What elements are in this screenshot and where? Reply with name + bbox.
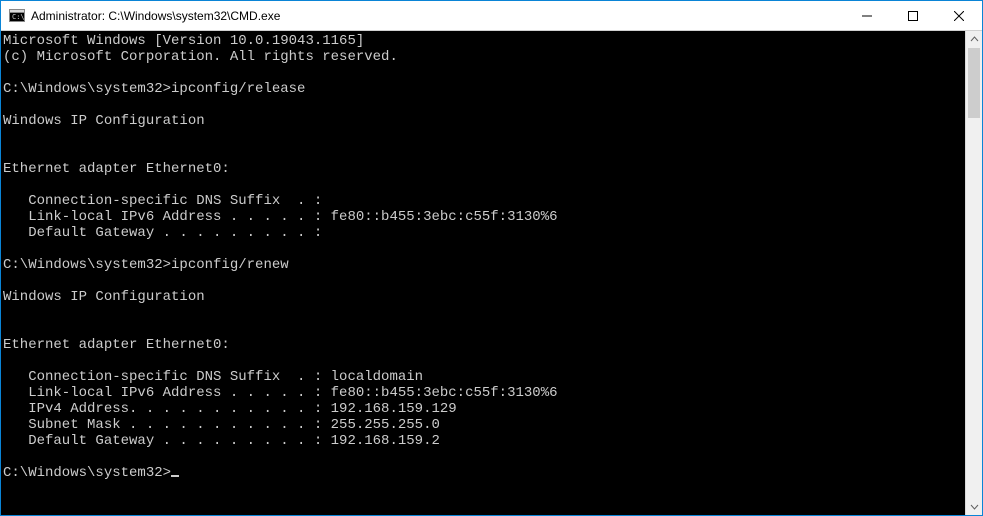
maximize-button[interactable] [890, 1, 936, 31]
terminal-line: Ethernet adapter Ethernet0: [3, 337, 965, 353]
terminal-line [3, 353, 965, 369]
scroll-down-button[interactable] [966, 498, 982, 515]
cursor [171, 475, 179, 477]
cmd-icon: C:\ [9, 8, 25, 24]
terminal-line: C:\Windows\system32>ipconfig/release [3, 81, 965, 97]
minimize-icon [862, 11, 872, 21]
terminal-line: Microsoft Windows [Version 10.0.19043.11… [3, 33, 965, 49]
terminal-line [3, 449, 965, 465]
terminal-line [3, 321, 965, 337]
client-area: Microsoft Windows [Version 10.0.19043.11… [1, 31, 982, 515]
close-button[interactable] [936, 1, 982, 31]
minimize-button[interactable] [844, 1, 890, 31]
terminal-line: Default Gateway . . . . . . . . . : 192.… [3, 433, 965, 449]
scroll-track[interactable] [966, 48, 982, 498]
terminal-line [3, 273, 965, 289]
window-title: Administrator: C:\Windows\system32\CMD.e… [31, 9, 280, 23]
terminal-line: Connection-specific DNS Suffix . : [3, 193, 965, 209]
chevron-down-icon [970, 502, 979, 511]
terminal-line: Windows IP Configuration [3, 113, 965, 129]
terminal-line: C:\Windows\system32>ipconfig/renew [3, 257, 965, 273]
terminal-line: Default Gateway . . . . . . . . . : [3, 225, 965, 241]
terminal-line [3, 145, 965, 161]
titlebar[interactable]: C:\ Administrator: C:\Windows\system32\C… [1, 1, 982, 31]
terminal-line [3, 65, 965, 81]
terminal-line [3, 241, 965, 257]
terminal-line: Link-local IPv6 Address . . . . . : fe80… [3, 209, 965, 225]
maximize-icon [908, 11, 918, 21]
terminal-line: Link-local IPv6 Address . . . . . : fe80… [3, 385, 965, 401]
terminal-line: IPv4 Address. . . . . . . . . . . : 192.… [3, 401, 965, 417]
terminal-line: (c) Microsoft Corporation. All rights re… [3, 49, 965, 65]
scroll-thumb[interactable] [968, 48, 980, 118]
chevron-up-icon [970, 35, 979, 44]
terminal-line [3, 177, 965, 193]
terminal-line [3, 97, 965, 113]
terminal-line [3, 129, 965, 145]
vertical-scrollbar[interactable] [965, 31, 982, 515]
svg-text:C:\: C:\ [12, 13, 25, 21]
terminal-line: Ethernet adapter Ethernet0: [3, 161, 965, 177]
close-icon [954, 11, 964, 21]
cmd-window: C:\ Administrator: C:\Windows\system32\C… [0, 0, 983, 516]
scroll-up-button[interactable] [966, 31, 982, 48]
terminal-line [3, 305, 965, 321]
terminal-output[interactable]: Microsoft Windows [Version 10.0.19043.11… [1, 31, 965, 515]
terminal-line: Connection-specific DNS Suffix . : local… [3, 369, 965, 385]
terminal-line: Windows IP Configuration [3, 289, 965, 305]
terminal-line: C:\Windows\system32> [3, 465, 965, 481]
terminal-line: Subnet Mask . . . . . . . . . . . : 255.… [3, 417, 965, 433]
